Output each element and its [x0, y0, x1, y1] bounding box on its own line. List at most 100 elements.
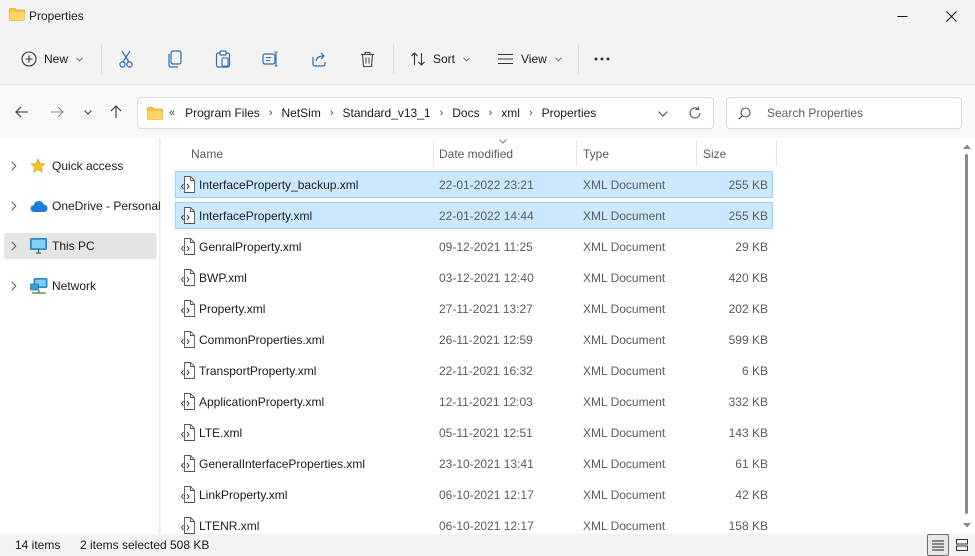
file-date-modified: 12-11-2021 12:03 — [439, 395, 533, 409]
search-icon — [738, 107, 751, 120]
copy-button[interactable] — [160, 44, 190, 74]
chevron-right-icon[interactable] — [11, 241, 17, 251]
back-button[interactable] — [10, 100, 34, 124]
search-box[interactable]: Search Properties — [726, 97, 962, 129]
breadcrumb-separator[interactable]: › — [323, 107, 341, 119]
breadcrumb-separator[interactable]: › — [262, 107, 280, 119]
search-placeholder: Search Properties — [767, 106, 864, 120]
file-size: 420 KB — [728, 271, 768, 285]
file-name: GenralProperty.xml — [199, 240, 302, 254]
breadcrumb-item[interactable]: Standard_v13_1 — [341, 106, 433, 120]
file-date-modified: 27-11-2021 13:27 — [439, 302, 533, 316]
breadcrumb-item[interactable]: NetSim — [279, 106, 322, 120]
file-row[interactable]: TransportProperty.xml 22-11-2021 16:32 XML… — [175, 357, 773, 384]
column-header-name[interactable]: Name — [175, 138, 434, 168]
breadcrumb-overflow[interactable]: « — [169, 107, 183, 119]
file-row[interactable]: GenralProperty.xml 09-12-2021 11:25 XML Do… — [175, 233, 773, 260]
breadcrumb-item[interactable]: Docs — [450, 106, 481, 120]
file-size: 202 KB — [728, 302, 768, 316]
breadcrumb-separator[interactable]: › — [482, 107, 500, 119]
file-row[interactable]: BWP.xml 03-12-2021 12:40 XML Document 420 K… — [175, 264, 773, 291]
file-type: XML Document — [583, 333, 666, 347]
new-button[interactable]: New — [21, 36, 83, 82]
sidebar-item-this-pc[interactable]: This PC — [4, 233, 157, 259]
scroll-up-arrow-icon[interactable] — [963, 144, 971, 149]
chevron-down-icon[interactable] — [658, 111, 668, 117]
details-view-icon — [932, 540, 944, 550]
address-bar[interactable]: « Program Files › NetSim › Standard_v13_… — [137, 97, 714, 129]
file-name: ApplicationProperty.xml — [199, 395, 325, 409]
delete-button[interactable] — [352, 44, 382, 74]
refresh-icon[interactable] — [688, 106, 702, 120]
close-button[interactable] — [928, 0, 974, 32]
file-size: 61 KB — [735, 457, 768, 471]
file-row[interactable]: CommonProperties.xml 26-11-2021 12:59 XML … — [175, 326, 773, 353]
sort-button[interactable]: Sort — [410, 36, 470, 82]
view-label: View — [521, 52, 547, 66]
sidebar-item-label: This PC — [52, 239, 95, 253]
more-button[interactable] — [587, 44, 617, 74]
xml-file-icon — [181, 207, 195, 224]
file-row[interactable]: ApplicationProperty.xml 12-11-2021 12:03 X… — [175, 388, 773, 415]
file-date-modified: 05-11-2021 12:51 — [439, 426, 533, 440]
scroll-down-arrow-icon[interactable] — [963, 523, 971, 528]
breadcrumb-item[interactable]: xml — [499, 106, 522, 120]
xml-file-icon — [181, 517, 195, 534]
sidebar-item-network[interactable]: Network — [4, 273, 157, 299]
forward-button[interactable] — [45, 100, 69, 124]
recent-locations-button[interactable] — [76, 100, 100, 124]
file-date-modified: 06-10-2021 12:17 — [439, 519, 534, 533]
breadcrumb-separator[interactable]: › — [522, 107, 540, 119]
file-name: LTENR.xml — [199, 519, 260, 533]
file-size: 143 KB — [728, 426, 768, 440]
scrollbar-thumb[interactable] — [965, 154, 968, 514]
file-row[interactable]: InterfaceProperty.xml 22-01-2022 14:44 XML… — [175, 202, 773, 229]
file-row[interactable]: LinkProperty.xml 06-10-2021 12:17 XML Docu… — [175, 481, 773, 508]
chevron-right-icon[interactable] — [11, 281, 17, 291]
vertical-scrollbar[interactable] — [960, 138, 975, 534]
chevron-right-icon[interactable] — [11, 161, 17, 171]
column-header-date[interactable]: Date modified — [434, 138, 576, 168]
sidebar-item-quick-access[interactable]: Quick access — [4, 153, 157, 179]
share-button[interactable] — [304, 44, 334, 74]
file-row[interactable]: LTENR.xml 06-10-2021 12:17 XML Document 158… — [175, 512, 773, 534]
sort-label: Sort — [433, 52, 456, 66]
sort-icon — [411, 52, 425, 66]
file-date-modified: 22-11-2021 16:32 — [439, 364, 533, 378]
view-button[interactable]: View — [497, 36, 562, 82]
star-icon — [30, 158, 46, 173]
details-view-button[interactable] — [927, 534, 949, 556]
paste-button[interactable] — [208, 44, 238, 74]
file-type: XML Document — [583, 457, 666, 471]
breadcrumb-item-current[interactable]: Properties — [540, 106, 599, 120]
breadcrumb-separator[interactable]: › — [433, 107, 451, 119]
chevron-down-icon — [554, 56, 562, 62]
file-row[interactable]: LTE.xml 05-11-2021 12:51 XML Document 143 K… — [175, 419, 773, 446]
sidebar-item-label: Network — [52, 279, 97, 293]
file-size: 158 KB — [728, 519, 768, 533]
up-button[interactable] — [104, 100, 128, 124]
file-list: Name Date modified Type Size InterfacePr… — [161, 138, 960, 534]
column-header-type[interactable]: Type — [577, 138, 696, 168]
file-date-modified: 03-12-2021 12:40 — [439, 271, 534, 285]
file-size: 6 KB — [741, 364, 768, 378]
tiles-view-button[interactable] — [951, 534, 973, 556]
chevron-right-icon[interactable] — [11, 201, 17, 211]
breadcrumb-item[interactable]: Program Files — [183, 106, 262, 120]
item-count: 14 items — [15, 538, 61, 552]
column-header-size[interactable]: Size — [697, 138, 773, 168]
cut-button[interactable] — [111, 44, 141, 74]
sidebar-item-label: Quick access — [52, 159, 124, 173]
file-row[interactable]: InterfaceProperty_backup.xml 22-01-2022 2… — [175, 171, 773, 198]
rename-button[interactable] — [256, 44, 286, 74]
xml-file-icon — [181, 176, 195, 193]
file-row[interactable]: Property.xml 27-11-2021 13:27 XML Document… — [175, 295, 773, 322]
file-row[interactable]: GeneralInterfaceProperties.xml 23-10-2021… — [175, 450, 773, 477]
file-date-modified: 22-01-2022 23:21 — [439, 178, 534, 192]
maximize-button-visual[interactable] — [882, 0, 928, 32]
folder-icon — [9, 8, 25, 21]
sidebar-item-onedrive[interactable]: OneDrive - Personal — [4, 193, 161, 219]
column-divider[interactable] — [776, 140, 777, 166]
file-date-modified: 09-12-2021 11:25 — [439, 240, 533, 254]
file-name: LinkProperty.xml — [199, 488, 288, 502]
